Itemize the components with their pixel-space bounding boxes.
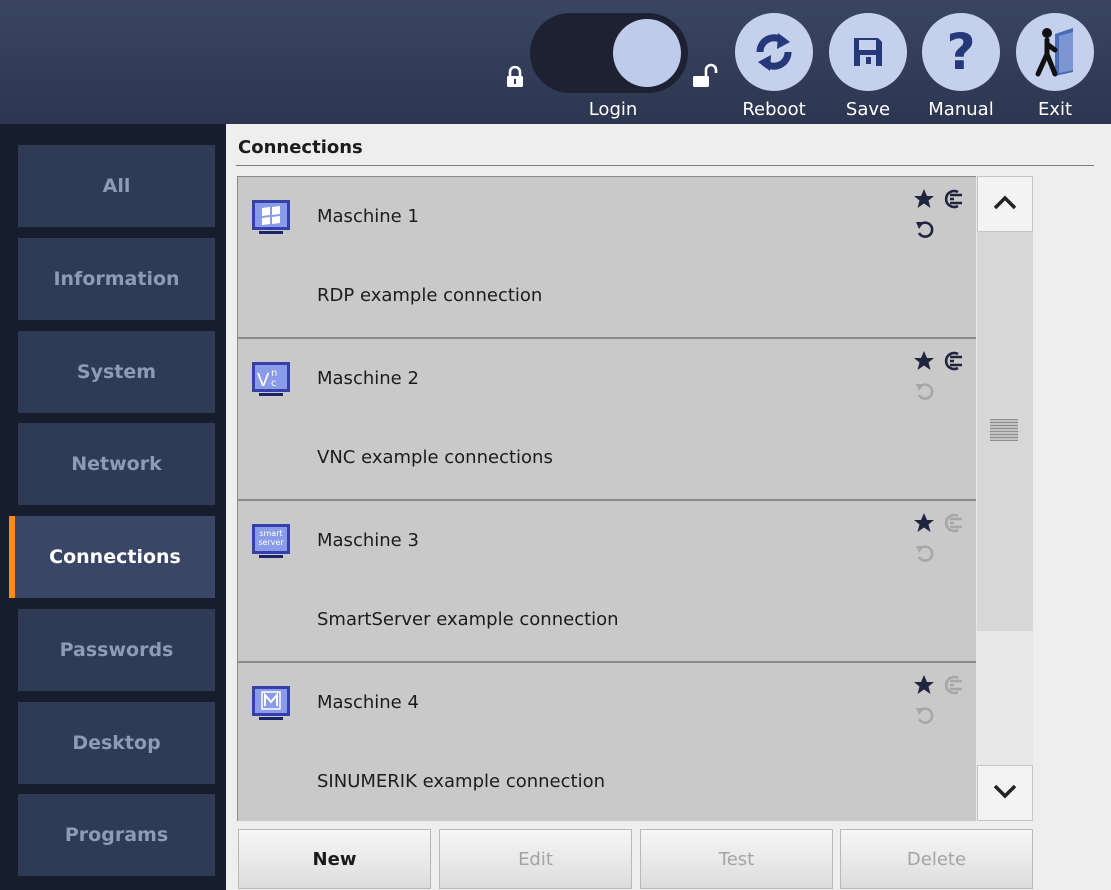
padlock-closed-icon — [506, 66, 524, 88]
edit-button[interactable]: Edit — [439, 829, 632, 889]
plug-icon[interactable] — [938, 349, 964, 373]
chevron-up-icon — [992, 193, 1018, 215]
login-toggle[interactable] — [530, 13, 688, 93]
sidebar-item-programs[interactable]: Programs — [18, 794, 215, 876]
manual-button[interactable]: ? — [922, 13, 1000, 91]
connection-description: RDP example connection — [317, 285, 543, 306]
monitor-smartserver-icon: smart server — [251, 522, 291, 562]
connections-panel: Connections Maschine 1 RDP example conne… — [226, 124, 1111, 890]
star-icon[interactable] — [912, 187, 936, 211]
chevron-down-icon — [992, 782, 1018, 804]
save-button[interactable] — [829, 13, 907, 91]
manual-label: Manual — [928, 99, 994, 120]
sidebar-item-desktop[interactable]: Desktop — [18, 702, 215, 784]
sidebar-item-connections[interactable]: Connections — [9, 516, 215, 598]
exit-label: Exit — [1037, 99, 1073, 120]
connection-list: Maschine 1 RDP example connection V n c … — [237, 176, 977, 821]
plug-icon[interactable] — [938, 511, 964, 535]
delete-button[interactable]: Delete — [840, 829, 1033, 889]
login-label: Login — [588, 99, 638, 120]
smartserver-logo-text: smart — [259, 529, 282, 538]
reconnect-icon[interactable] — [914, 543, 936, 565]
page-title: Connections — [238, 137, 363, 158]
reboot-label: Reboot — [742, 99, 806, 120]
svg-text:c: c — [271, 378, 277, 389]
connection-row[interactable]: Maschine 1 RDP example connection — [237, 176, 977, 338]
svg-text:?: ? — [946, 27, 975, 77]
scrollbar-track[interactable] — [977, 176, 1033, 631]
monitor-vnc-icon: V n c — [251, 360, 291, 400]
plug-icon[interactable] — [938, 187, 964, 211]
sidebar-item-system[interactable]: System — [18, 331, 215, 413]
connection-description: SINUMERIK example connection — [317, 771, 605, 792]
new-button[interactable]: New — [238, 829, 431, 889]
sidebar-item-passwords[interactable]: Passwords — [18, 609, 215, 691]
connection-row[interactable]: V n c Maschine 2 VNC example connections — [237, 338, 977, 500]
smartserver-logo-text: server — [258, 538, 284, 547]
star-icon[interactable] — [912, 673, 936, 697]
padlock-open-icon — [692, 63, 718, 88]
sidebar-item-information[interactable]: Information — [18, 238, 215, 320]
scroll-up-button[interactable] — [977, 176, 1033, 232]
divider — [236, 165, 1094, 166]
connection-description: SmartServer example connection — [317, 609, 619, 630]
question-mark-icon: ? — [941, 27, 981, 77]
exit-button[interactable] — [1016, 13, 1094, 91]
svg-text:V: V — [257, 370, 270, 391]
connection-name: Maschine 1 — [317, 206, 419, 227]
sidebar: All Information System Network Connectio… — [0, 124, 226, 890]
monitor-sinumerik-icon — [251, 684, 291, 724]
scrollbar-thumb[interactable] — [990, 419, 1018, 441]
connection-name: Maschine 4 — [317, 692, 419, 713]
connection-description: VNC example connections — [317, 447, 553, 468]
monitor-windows-icon — [251, 198, 291, 238]
scrollbar[interactable] — [976, 176, 1033, 821]
connection-row[interactable]: smart server Maschine 3 SmartServer exam… — [237, 500, 977, 662]
reconnect-icon[interactable] — [914, 705, 936, 727]
reconnect-icon[interactable] — [914, 219, 936, 241]
connection-row[interactable]: Maschine 4 SINUMERIK example connection — [237, 662, 977, 821]
sidebar-item-all[interactable]: All — [18, 145, 215, 227]
refresh-icon — [750, 28, 798, 76]
floppy-disk-icon — [851, 35, 885, 69]
star-icon[interactable] — [912, 349, 936, 373]
test-button[interactable]: Test — [640, 829, 833, 889]
star-icon[interactable] — [912, 511, 936, 535]
reconnect-icon[interactable] — [914, 381, 936, 403]
toggle-knob[interactable] — [613, 19, 681, 87]
exit-door-icon — [1029, 24, 1081, 80]
top-toolbar: Login Reboot Save ? Manual Exit — [0, 0, 1111, 124]
scroll-down-button[interactable] — [977, 765, 1033, 821]
sidebar-item-network[interactable]: Network — [18, 423, 215, 505]
save-label: Save — [845, 99, 891, 120]
connection-name: Maschine 3 — [317, 530, 419, 551]
reboot-button[interactable] — [735, 13, 813, 91]
plug-icon[interactable] — [938, 673, 964, 697]
connection-name: Maschine 2 — [317, 368, 419, 389]
